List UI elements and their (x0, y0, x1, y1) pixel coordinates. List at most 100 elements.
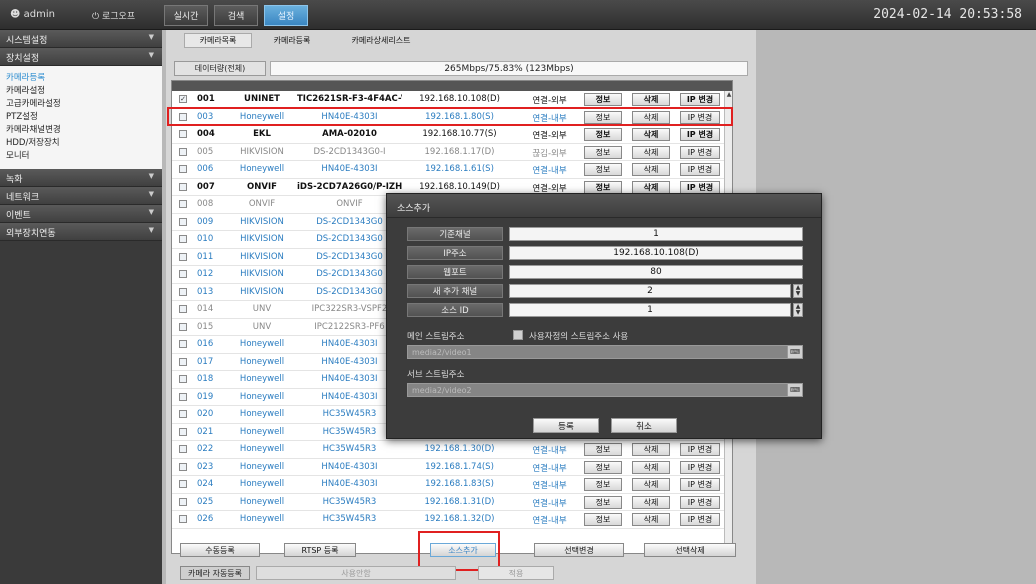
row-checkbox[interactable] (179, 357, 187, 366)
delete-button[interactable]: 삭제 (632, 513, 670, 526)
ip-change-button[interactable]: IP 변경 (680, 495, 720, 509)
info-button[interactable]: 정보 (584, 443, 622, 456)
delete-button[interactable]: 삭제 (632, 443, 670, 456)
delete-button[interactable]: 삭제 (632, 163, 670, 176)
row-checkbox[interactable] (179, 462, 187, 471)
info-button[interactable]: 정보 (584, 495, 622, 509)
sidebar-item-monitor[interactable]: 모니터 (6, 150, 162, 163)
row-checkbox[interactable] (179, 497, 187, 506)
keyboard-icon[interactable]: ⌨ (787, 345, 803, 359)
ip-change-button[interactable]: IP 변경 (680, 93, 720, 106)
info-button[interactable]: 정보 (584, 128, 622, 141)
row-checkbox[interactable] (179, 252, 187, 261)
row-checkbox[interactable] (179, 165, 187, 173)
row-checkbox[interactable] (179, 445, 187, 453)
delete-button[interactable]: 삭제 (632, 145, 670, 159)
row-checkbox[interactable] (179, 130, 187, 138)
table-row[interactable]: 004 EKL AMA-02010 192.168.10.77(S) 연결-외부 정보 삭제… (172, 126, 732, 144)
sidebar-item-advanced-camera[interactable]: 고급카메라설정 (6, 98, 162, 111)
delete-selected-button[interactable]: 선택삭제 (644, 543, 736, 557)
row-checkbox[interactable] (179, 515, 187, 523)
custom-stream-checkbox[interactable] (513, 330, 523, 340)
new-channel-stepper[interactable]: ▲ ▼ (793, 284, 803, 298)
source-id-stepper[interactable]: ▲ ▼ (793, 303, 803, 317)
ip-change-button[interactable]: IP 변경 (680, 460, 720, 474)
ip-change-button[interactable]: IP 변경 (680, 513, 720, 526)
info-button[interactable]: 정보 (584, 145, 622, 159)
row-checkbox[interactable]: ✓ (179, 95, 187, 103)
ip-address-field[interactable]: 192.168.10.108(D) (509, 246, 803, 260)
sidebar-event[interactable]: 이벤트 ▼ (0, 205, 162, 223)
table-row[interactable]: 005 HIKVISION DS-2CD1343G0-I 192.168.1.17(D… (172, 144, 732, 161)
row-checkbox[interactable] (179, 270, 187, 278)
delete-button[interactable]: 삭제 (632, 180, 670, 194)
sidebar-item-channel-change[interactable]: 카메라채널변경 (6, 124, 162, 137)
base-channel-field[interactable]: 1 (509, 227, 803, 241)
row-checkbox[interactable] (179, 340, 187, 348)
sidebar-system[interactable]: 시스템설정 ▼ (0, 30, 162, 48)
sidebar-device[interactable]: 장치설정 ▼ (0, 48, 162, 66)
delete-button[interactable]: 삭제 (632, 128, 670, 141)
info-button[interactable]: 정보 (584, 163, 622, 176)
table-row[interactable]: 023 Honeywell HN40E-4303I 192.168.1.74(S) 연결… (172, 459, 732, 476)
info-button[interactable]: 정보 (584, 180, 622, 194)
auto-register-apply-button[interactable]: 적용 (478, 566, 554, 580)
delete-button[interactable]: 삭제 (632, 93, 670, 106)
keyboard-icon[interactable]: ⌨ (787, 383, 803, 397)
subtab-camera-register[interactable]: 카메라등록 (262, 33, 322, 48)
row-checkbox[interactable] (179, 375, 187, 383)
row-checkbox[interactable] (179, 182, 187, 191)
web-port-field[interactable]: 80 (509, 265, 803, 279)
tab-live[interactable]: 실시간 (164, 5, 208, 26)
sidebar-item-hdd[interactable]: HDD/저장장치 (6, 137, 162, 150)
row-checkbox[interactable] (179, 322, 187, 331)
table-row[interactable]: ✓ 001 UNINET TIC2621SR-F3-4F4AC-V... 192.168… (172, 91, 732, 109)
row-checkbox[interactable] (179, 427, 187, 436)
sub-stream-input[interactable]: media2/video2 (407, 383, 803, 397)
info-button[interactable]: 정보 (584, 93, 622, 106)
cancel-button[interactable]: 취소 (611, 418, 677, 433)
row-checkbox[interactable] (179, 410, 187, 418)
sidebar-external[interactable]: 외부장치연동 ▼ (0, 223, 162, 241)
row-checkbox[interactable] (179, 147, 187, 156)
user-label[interactable]: ☻ admin (10, 9, 55, 20)
table-row[interactable]: 022 Honeywell HC35W45R3 192.168.1.30(D) 연결-내… (172, 441, 732, 459)
ip-change-button[interactable]: IP 변경 (680, 443, 720, 456)
table-row[interactable]: 025 Honeywell HC35W45R3 192.168.1.31(D) 연결-내… (172, 494, 732, 511)
row-checkbox[interactable] (179, 235, 187, 243)
table-row[interactable]: 026 Honeywell HC35W45R3 192.168.1.32(D) 연결-내… (172, 511, 732, 529)
row-checkbox[interactable] (179, 287, 187, 296)
subtab-camera-list[interactable]: 카메라목록 (184, 33, 252, 48)
ip-change-button[interactable]: IP 변경 (680, 163, 720, 176)
scroll-up-icon[interactable]: ▲ (725, 91, 732, 99)
table-row[interactable]: 006 Honeywell HN40E-4303I 192.168.1.61(S) 연결… (172, 161, 732, 179)
source-id-field[interactable]: 1 (509, 303, 791, 317)
logout-button[interactable]: ⏻ 로그오프 (92, 9, 135, 22)
sidebar-item-ptz[interactable]: PTZ설정 (6, 111, 162, 124)
row-checkbox[interactable] (179, 217, 187, 226)
subtab-camera-detail[interactable]: 카메라상세리스트 (336, 33, 426, 48)
info-button[interactable]: 정보 (584, 478, 622, 491)
info-button[interactable]: 정보 (584, 513, 622, 526)
main-stream-input[interactable]: media2/video1 (407, 345, 803, 359)
tab-search[interactable]: 검색 (214, 5, 258, 26)
row-checkbox[interactable] (179, 305, 187, 313)
register-button[interactable]: 등록 (533, 418, 599, 433)
table-row[interactable]: 024 Honeywell HN40E-4303I 192.168.1.83(S) 연결… (172, 476, 732, 494)
sidebar-item-camera-register[interactable]: 카메라등록 (6, 72, 162, 85)
auto-register-select[interactable]: 사용안함 (256, 566, 456, 580)
delete-button[interactable]: 삭제 (632, 495, 670, 509)
ip-change-button[interactable]: IP 변경 (680, 128, 720, 141)
row-checkbox[interactable] (179, 480, 187, 488)
rtsp-register-button[interactable]: RTSP 등록 (284, 543, 356, 557)
ip-change-button[interactable]: IP 변경 (680, 478, 720, 491)
sidebar-item-camera-settings[interactable]: 카메라설정 (6, 85, 162, 98)
row-checkbox[interactable] (179, 200, 187, 208)
sidebar-network[interactable]: 네트워크 ▼ (0, 187, 162, 205)
manual-register-button[interactable]: 수동등록 (180, 543, 260, 557)
info-button[interactable]: 정보 (584, 460, 622, 474)
ip-change-button[interactable]: IP 변경 (680, 180, 720, 194)
row-checkbox[interactable] (179, 392, 187, 401)
delete-button[interactable]: 삭제 (632, 460, 670, 474)
new-channel-field[interactable]: 2 (509, 284, 791, 298)
